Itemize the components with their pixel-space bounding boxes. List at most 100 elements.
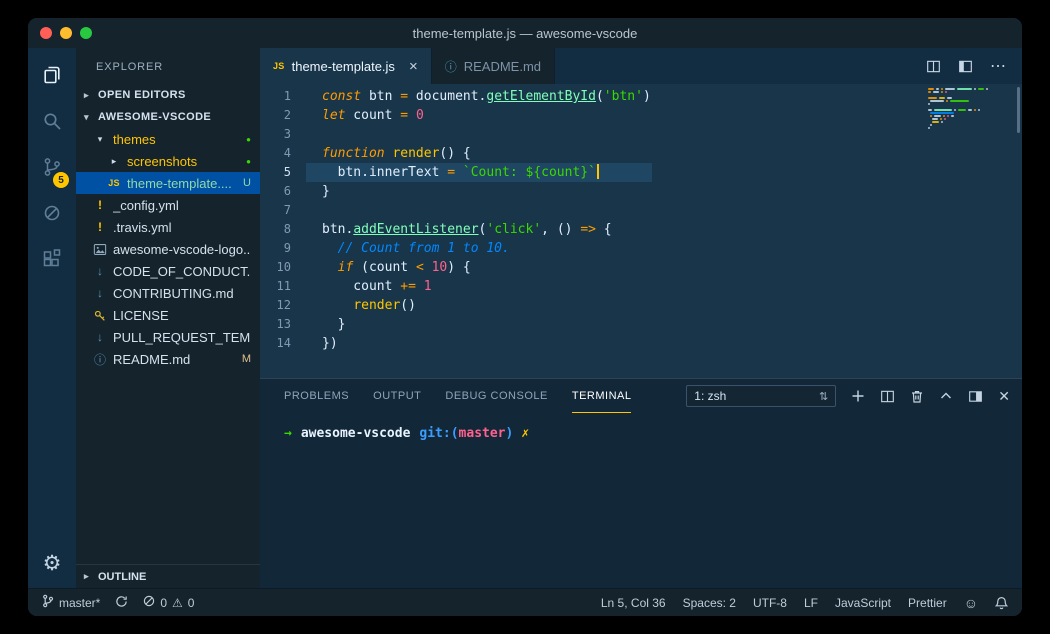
more-actions-icon[interactable]: ⋯: [990, 56, 1007, 76]
explorer-view-button[interactable]: [28, 54, 76, 100]
tree-item-license[interactable]: LICENSE: [76, 304, 260, 326]
tree-item-label: PULL_REQUEST_TEMP...: [113, 329, 251, 345]
tab-theme-template-js[interactable]: JS theme-template.js ×: [260, 48, 432, 84]
select-arrows-icon: ⇅: [819, 390, 829, 403]
code-line-14[interactable]: 14}): [260, 334, 1022, 353]
code-line-13[interactable]: 13 }: [260, 315, 1022, 334]
code-text: function render() {: [322, 146, 471, 161]
git-decoration: U: [243, 177, 251, 189]
formatter-indicator[interactable]: Prettier: [908, 596, 947, 610]
code-text: count += 1: [322, 279, 432, 294]
code-line-7[interactable]: 7: [260, 201, 1022, 220]
activity-bar: 5 ⚙: [28, 48, 76, 588]
code-line-10[interactable]: 10 if (count < 10) {: [260, 258, 1022, 277]
tree-item-themes[interactable]: ▾ themes ●: [76, 128, 260, 150]
code-text: let count = 0: [322, 108, 424, 123]
warning-icon: !: [98, 198, 102, 212]
tree-item-label: CODE_OF_CONDUCT....: [113, 263, 251, 279]
eol-indicator[interactable]: LF: [804, 596, 818, 610]
file-tree: ▾ themes ● ▸ screenshots ● JS theme-template...…: [76, 128, 260, 370]
tree-item-travis-yml[interactable]: ! .travis.yml: [76, 216, 260, 238]
line-number: 2: [283, 108, 291, 122]
new-terminal-icon[interactable]: [851, 389, 865, 403]
feedback-smiley-icon[interactable]: ☺: [964, 595, 978, 611]
panel-tab-output[interactable]: OUTPUT: [373, 379, 421, 413]
tree-item-awesome-vscode-logo[interactable]: awesome-vscode-logo...: [76, 238, 260, 260]
tree-item-theme-template[interactable]: JS theme-template.... U: [76, 172, 260, 194]
line-number: 13: [276, 317, 291, 331]
code-line-5[interactable]: 5 btn.innerText = `Count: ${count}`: [260, 163, 1022, 182]
code-line-3[interactable]: 3: [260, 125, 1022, 144]
sidebar-title: EXPLORER: [96, 61, 164, 73]
line-number: 10: [276, 260, 291, 274]
titlebar: theme-template.js — awesome-vscode: [28, 18, 1022, 48]
close-tab-icon[interactable]: ×: [409, 58, 418, 75]
sync-button[interactable]: [115, 595, 128, 611]
minimap[interactable]: [928, 88, 1006, 130]
tree-item-label: _config.yml: [113, 197, 179, 213]
open-changes-icon[interactable]: [926, 59, 941, 74]
split-terminal-icon[interactable]: [880, 389, 895, 404]
language-mode-indicator[interactable]: JavaScript: [835, 596, 891, 610]
code-line-8[interactable]: 8 btn.addEventListener('click', () => {: [260, 220, 1022, 239]
workspace-section-header[interactable]: ▾ AWESOME-VSCODE: [76, 106, 260, 128]
line-number: 6: [283, 184, 291, 198]
code-line-11[interactable]: 11 count += 1: [260, 277, 1022, 296]
close-panel-icon[interactable]: ✕: [998, 388, 1010, 405]
outline-section-header[interactable]: ▸ OUTLINE: [76, 564, 260, 588]
split-editor-icon[interactable]: [958, 59, 973, 74]
debug-view-button[interactable]: [28, 192, 76, 238]
tree-item-readme-md[interactable]: ⓘ README.md M: [76, 348, 260, 370]
maximize-panel-icon[interactable]: [939, 389, 953, 403]
branch-indicator[interactable]: master*: [42, 594, 100, 611]
code-editor[interactable]: 1 const btn = document.getElementById('bt…: [260, 84, 1022, 378]
line-number: 5: [283, 165, 291, 179]
prompt-git-close: ): [505, 426, 514, 441]
terminal-content[interactable]: → awesome-vscode git:(master) ✗: [260, 413, 1022, 454]
terminal-picker[interactable]: 1: zsh ⇅: [686, 385, 837, 407]
workbench: 5 ⚙ EXPLORER ▸ OPEN EDITORS ▾ AWESOME-VS…: [28, 48, 1022, 588]
prompt-arrow: →: [284, 426, 292, 441]
terminal-picker-value: 1: zsh: [694, 389, 727, 403]
panel-tab-terminal[interactable]: TERMINAL: [571, 379, 632, 413]
prompt-git-open: git:(: [419, 426, 459, 441]
notifications-bell-icon[interactable]: [995, 596, 1008, 610]
tree-item-code-of-conduct[interactable]: ↓ CODE_OF_CONDUCT....: [76, 260, 260, 282]
panel-tab-problems[interactable]: PROBLEMS: [284, 379, 349, 413]
git-branch-icon: [42, 594, 54, 611]
cursor-position-indicator[interactable]: Ln 5, Col 36: [601, 596, 666, 610]
js-icon: JS: [273, 61, 285, 71]
panel-position-icon[interactable]: [968, 389, 983, 404]
line-number: 11: [276, 279, 291, 293]
problems-indicator[interactable]: 0 ⚠ 0: [143, 595, 194, 610]
indentation-indicator[interactable]: Spaces: 2: [683, 596, 736, 610]
code-line-4[interactable]: 4 function render() {: [260, 144, 1022, 163]
tree-item-screenshots[interactable]: ▸ screenshots ●: [76, 150, 260, 172]
tree-item-config-yml[interactable]: ! _config.yml: [76, 194, 260, 216]
extensions-view-button[interactable]: [28, 238, 76, 284]
tree-item-label: themes: [113, 131, 156, 147]
tab-readme-md[interactable]: ⓘ README.md: [431, 48, 556, 84]
code-line-2[interactable]: 2 let count = 0: [260, 106, 1022, 125]
zoom-window-button[interactable]: [80, 27, 92, 39]
key-icon: [92, 309, 108, 322]
panel-tabs: PROBLEMS OUTPUT DEBUG CONSOLE TERMINAL: [284, 379, 632, 413]
close-window-button[interactable]: [40, 27, 52, 39]
minimize-window-button[interactable]: [60, 27, 72, 39]
panel-tab-debug-console[interactable]: DEBUG CONSOLE: [445, 379, 547, 413]
open-editors-section-header[interactable]: ▸ OPEN EDITORS: [76, 84, 260, 106]
encoding-indicator[interactable]: UTF-8: [753, 596, 787, 610]
markdown-icon: ↓: [97, 286, 103, 300]
scrollbar-thumb[interactable]: [1017, 87, 1020, 133]
tree-item-pull-request-temp[interactable]: ↓ PULL_REQUEST_TEMP...: [76, 326, 260, 348]
kill-terminal-icon[interactable]: [910, 389, 924, 404]
code-line-1[interactable]: 1 const btn = document.getElementById('bt…: [260, 87, 1022, 106]
code-line-12[interactable]: 12 render(): [260, 296, 1022, 315]
search-view-button[interactable]: [28, 100, 76, 146]
line-number: 14: [276, 336, 291, 350]
code-line-6[interactable]: 6}: [260, 182, 1022, 201]
tree-item-contributing-md[interactable]: ↓ CONTRIBUTING.md: [76, 282, 260, 304]
source-control-view-button[interactable]: 5: [28, 146, 76, 192]
settings-gear-icon[interactable]: ⚙: [43, 551, 62, 576]
code-line-9[interactable]: 9 // Count from 1 to 10.: [260, 239, 1022, 258]
